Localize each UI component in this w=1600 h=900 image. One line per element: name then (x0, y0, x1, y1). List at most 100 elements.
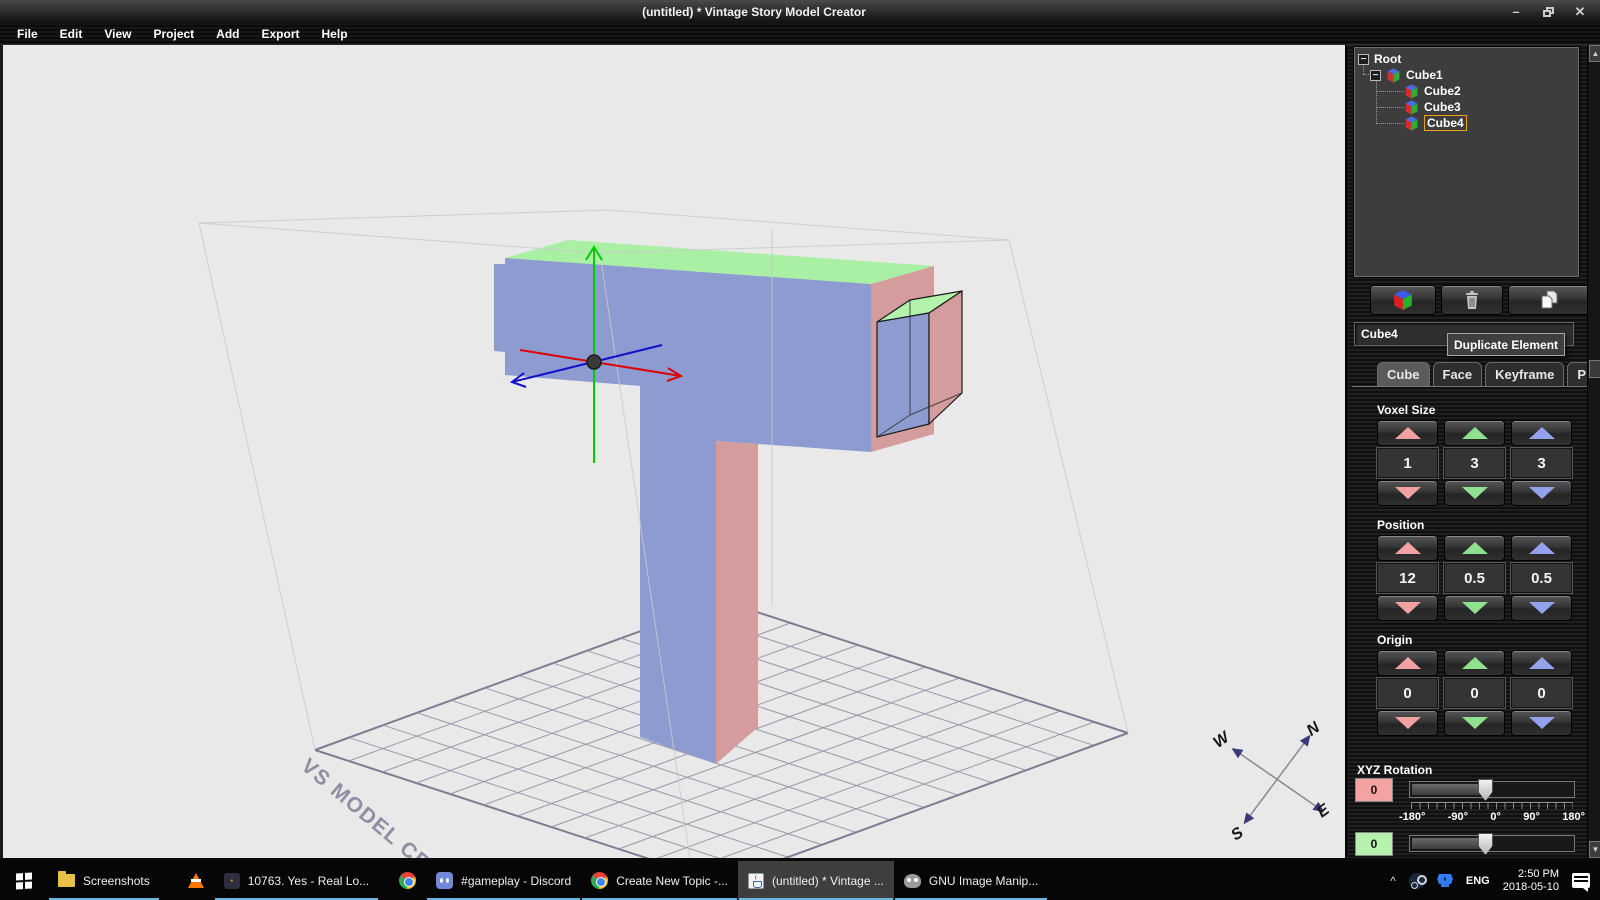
collapse-icon[interactable]: − (1358, 54, 1369, 65)
up-arrow-icon (1462, 542, 1488, 554)
menu-help[interactable]: Help (311, 25, 359, 43)
delete-element-button[interactable] (1441, 285, 1503, 315)
menu-project[interactable]: Project (142, 25, 205, 43)
up-arrow-icon (1395, 542, 1421, 554)
taskbar-item-gimp[interactable]: GNU Image Manip... (894, 861, 1048, 900)
taskbar-item-winamp[interactable]: 10763. Yes - Real Lo... (214, 861, 379, 900)
element-tree[interactable]: − Root − Cube1 Cube2 Cube3 Cube4 (1354, 47, 1579, 277)
rotation-y-slider[interactable] (1409, 835, 1575, 852)
origin-y-decrease-button[interactable] (1444, 710, 1505, 736)
action-center-icon[interactable] (1572, 873, 1590, 888)
origin-z-value[interactable]: 0 (1511, 678, 1572, 708)
voxel-size-x-decrease-button[interactable] (1377, 480, 1438, 506)
rotation-x-value[interactable]: 0 (1355, 778, 1393, 802)
language-indicator[interactable]: ENG (1466, 875, 1490, 887)
voxel-size-z-increase-button[interactable] (1511, 420, 1572, 446)
tree-node-label[interactable]: Cube2 (1424, 84, 1461, 98)
tab-keyframe[interactable]: Keyframe (1485, 362, 1564, 386)
taskbar-item-chrome-topic[interactable]: Create New Topic -... (581, 861, 738, 900)
position-x-decrease-button[interactable] (1377, 595, 1438, 621)
add-cube-button[interactable] (1370, 285, 1436, 315)
position-z-decrease-button[interactable] (1511, 595, 1572, 621)
origin-section: Origin000 (1347, 633, 1600, 738)
cube4-front-face[interactable] (877, 313, 929, 437)
origin-label: Origin (1377, 633, 1600, 647)
tree-node-label[interactable]: Cube4 (1424, 115, 1467, 131)
origin-z-increase-button[interactable] (1511, 650, 1572, 676)
scrollbar-thumb[interactable] (1589, 360, 1600, 378)
dropbox-icon[interactable] (1438, 873, 1453, 888)
collapse-icon[interactable]: − (1370, 70, 1381, 81)
steam-icon[interactable] (1409, 873, 1425, 889)
position-section: Position120.50.5 (1347, 518, 1600, 623)
scale-label: -90° (1448, 811, 1468, 823)
down-arrow-icon (1529, 487, 1555, 499)
origin-x-increase-button[interactable] (1377, 650, 1438, 676)
tab-face[interactable]: Face (1433, 362, 1483, 386)
voxel-size-x-increase-button[interactable] (1377, 420, 1438, 446)
voxel-size-y-value[interactable]: 3 (1444, 448, 1505, 478)
taskbar-item-vlc[interactable] (178, 861, 214, 900)
voxel-size-z-value[interactable]: 3 (1511, 448, 1572, 478)
tray-chevron-icon[interactable]: ^ (1390, 874, 1396, 888)
restore-icon[interactable] (1540, 5, 1556, 19)
tree-node-label[interactable]: Cube1 (1406, 68, 1443, 82)
menu-export[interactable]: Export (251, 25, 311, 43)
tree-node-cube3[interactable]: Cube3 (1404, 99, 1461, 115)
voxel-size-z-decrease-button[interactable] (1511, 480, 1572, 506)
voxel-size-y-increase-button[interactable] (1444, 420, 1505, 446)
position-y-value[interactable]: 0.5 (1444, 563, 1505, 593)
origin-y-increase-button[interactable] (1444, 650, 1505, 676)
taskbar-item-model-creator-active[interactable]: (untitled) * Vintage ... (738, 861, 894, 900)
tab-cube[interactable]: Cube (1377, 362, 1430, 386)
origin-x-decrease-button[interactable] (1377, 710, 1438, 736)
taskbar-item-chrome-pinned[interactable] (389, 861, 426, 900)
rotation-x-slider[interactable] (1409, 781, 1575, 798)
slider-thumb[interactable] (1478, 833, 1493, 855)
tabs-divider (1352, 386, 1597, 387)
origin-y-value[interactable]: 0 (1444, 678, 1505, 708)
tree-node-cube4-selected[interactable]: Cube4 (1404, 115, 1467, 131)
taskbar-item-label: #gameplay - Discord (461, 874, 571, 888)
tree-node-cube1[interactable]: − Cube1 (1370, 67, 1443, 83)
rotation-y-value[interactable]: 0 (1355, 832, 1393, 856)
menu-view[interactable]: View (93, 25, 142, 43)
tree-node-label[interactable]: Cube3 (1424, 100, 1461, 114)
gizmo-center-handle[interactable] (587, 355, 601, 369)
rotation-scale-ticks (1411, 802, 1573, 809)
menu-file[interactable]: File (6, 25, 49, 43)
start-button[interactable] (0, 861, 48, 900)
slider-thumb[interactable] (1478, 779, 1493, 801)
origin-z-decrease-button[interactable] (1511, 710, 1572, 736)
clock[interactable]: 2:50 PM 2018-05-10 (1503, 868, 1559, 894)
position-x-increase-button[interactable] (1377, 535, 1438, 561)
position-z-increase-button[interactable] (1511, 535, 1572, 561)
taskbar-item-discord[interactable]: #gameplay - Discord (426, 861, 581, 900)
taskbar-item-screenshots[interactable]: Screenshots (48, 861, 160, 900)
menu-add[interactable]: Add (205, 25, 250, 43)
taskbar-item-label: (untitled) * Vintage ... (772, 874, 884, 888)
position-x-value[interactable]: 12 (1377, 563, 1438, 593)
clock-date: 2018-05-10 (1503, 881, 1559, 893)
down-arrow-icon (1529, 602, 1555, 614)
voxel-size-y-decrease-button[interactable] (1444, 480, 1505, 506)
minimize-icon[interactable]: – (1508, 5, 1524, 19)
position-z-value[interactable]: 0.5 (1511, 563, 1572, 593)
viewport-3d[interactable]: VS MODEL CREATOR (3, 45, 1345, 858)
tree-node-root[interactable]: − Root (1358, 51, 1401, 67)
position-y-decrease-button[interactable] (1444, 595, 1505, 621)
close-icon[interactable]: ✕ (1572, 5, 1588, 19)
tree-node-cube2[interactable]: Cube2 (1404, 83, 1461, 99)
panel-scrollbar[interactable]: ▲ ▼ (1587, 45, 1600, 858)
origin-x-value[interactable]: 0 (1377, 678, 1438, 708)
tree-node-label[interactable]: Root (1374, 52, 1401, 66)
voxel-size-x-value[interactable]: 1 (1377, 448, 1438, 478)
scroll-down-icon[interactable]: ▼ (1589, 841, 1600, 858)
up-arrow-icon (1462, 427, 1488, 439)
duplicate-element-button[interactable] (1508, 285, 1590, 315)
scroll-up-icon[interactable]: ▲ (1589, 45, 1600, 62)
position-y-increase-button[interactable] (1444, 535, 1505, 561)
stem-right-face[interactable] (716, 441, 758, 764)
t-front-face-notch[interactable] (494, 264, 505, 352)
menu-edit[interactable]: Edit (49, 25, 94, 43)
